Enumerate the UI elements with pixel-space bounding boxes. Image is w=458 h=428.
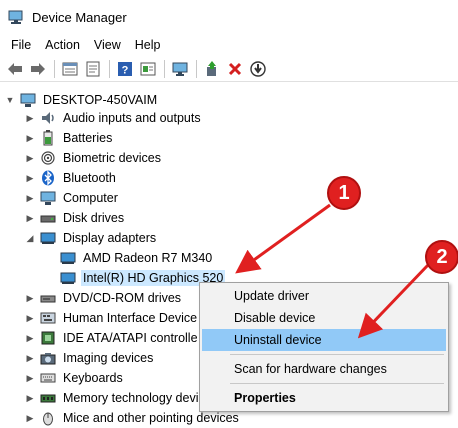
menu-help[interactable]: Help <box>128 35 168 55</box>
menu-uninstall-device[interactable]: Uninstall device <box>202 329 446 351</box>
toolbar-separator <box>109 59 110 78</box>
ide-icon <box>40 330 56 346</box>
menu-update-driver[interactable]: Update driver <box>202 285 446 307</box>
chevron-right-icon[interactable]: ▶ <box>24 208 36 228</box>
chevron-right-icon[interactable]: ▶ <box>24 148 36 168</box>
battery-icon <box>40 130 56 146</box>
menu-action[interactable]: Action <box>38 35 87 55</box>
menu-scan-hardware[interactable]: Scan for hardware changes <box>202 358 446 380</box>
disk-icon <box>40 210 56 226</box>
title-bar: Device Manager <box>0 0 458 34</box>
menu-properties[interactable]: Properties <box>202 387 446 409</box>
tree-item-label: Human Interface Device <box>63 311 198 325</box>
window-title: Device Manager <box>32 9 127 25</box>
menu-separator <box>230 383 444 384</box>
chevron-right-icon[interactable]: ▶ <box>24 328 36 348</box>
camera-icon <box>40 350 56 366</box>
bluetooth-icon <box>40 170 56 186</box>
tree-item-label: Bluetooth <box>63 171 116 185</box>
chevron-right-icon[interactable]: ▶ <box>24 308 36 328</box>
tree-item-label: Batteries <box>63 131 113 145</box>
chevron-right-icon[interactable]: ▶ <box>24 368 36 388</box>
tree-root[interactable]: ▼ DESKTOP-450VAIM <box>4 90 159 110</box>
tree-item-label: AMD Radeon R7 M340 <box>83 251 213 265</box>
tree-item-audio[interactable]: ▶ Audio inputs and outputs <box>24 108 203 128</box>
menu-file[interactable]: File <box>4 35 38 55</box>
toolbar: ? <box>0 56 458 82</box>
biometric-icon <box>40 150 56 166</box>
mouse-icon <box>40 410 56 426</box>
computer-icon <box>40 190 56 206</box>
menu-disable-device[interactable]: Disable device <box>202 307 446 329</box>
chevron-right-icon[interactable]: ▶ <box>24 168 36 188</box>
dvd-icon <box>40 290 56 306</box>
help-icon[interactable]: ? <box>114 58 135 79</box>
display-adapter-icon <box>40 230 56 246</box>
device-manager-icon <box>8 9 24 25</box>
tree-item-ide[interactable]: ▶ IDE ATA/ATAPI controlle <box>24 328 200 348</box>
toolbar-separator <box>54 59 55 78</box>
tree-item-label: Disk drives <box>63 211 125 225</box>
hid-icon <box>40 310 56 326</box>
properties-icon[interactable] <box>59 58 80 79</box>
chevron-down-icon[interactable]: ◢ <box>24 228 36 248</box>
forward-icon[interactable] <box>27 58 48 79</box>
tree-item-label: Keyboards <box>63 371 123 385</box>
svg-text:?: ? <box>121 64 128 76</box>
context-menu: Update driver Disable device Uninstall d… <box>199 282 449 412</box>
chevron-right-icon[interactable]: ▶ <box>24 348 36 368</box>
refresh-icon[interactable] <box>82 58 103 79</box>
download-icon[interactable] <box>247 58 268 79</box>
tree-item-memory[interactable]: ▶ Memory technology devi <box>24 388 200 408</box>
chevron-right-icon[interactable]: ▶ <box>24 408 36 428</box>
tree-item-disk-drives[interactable]: ▶ Disk drives <box>24 208 126 228</box>
add-driver-icon[interactable] <box>201 58 222 79</box>
computer-icon <box>20 92 36 108</box>
monitor-icon[interactable] <box>169 58 190 79</box>
tree-item-keyboards[interactable]: ▶ Keyboards <box>24 368 125 388</box>
chevron-right-icon[interactable]: ▶ <box>24 128 36 148</box>
tree-item-label: IDE ATA/ATAPI controlle <box>63 331 198 345</box>
tree-item-display-adapters[interactable]: ◢ Display adapters <box>24 228 158 248</box>
chevron-down-icon[interactable]: ▼ <box>4 90 16 110</box>
callout-2: 2 <box>425 240 458 274</box>
tree-item-computer[interactable]: ▶ Computer <box>24 188 120 208</box>
tree-item-amd-radeon[interactable]: AMD Radeon R7 M340 <box>44 248 214 268</box>
display-adapter-icon <box>60 270 76 286</box>
memory-icon <box>40 390 56 406</box>
display-adapter-icon <box>60 250 76 266</box>
tree-item-batteries[interactable]: ▶ Batteries <box>24 128 114 148</box>
toolbar-separator <box>164 59 165 78</box>
callout-1: 1 <box>327 176 361 210</box>
tree-item-biometric[interactable]: ▶ Biometric devices <box>24 148 163 168</box>
chevron-right-icon[interactable]: ▶ <box>24 288 36 308</box>
audio-icon <box>40 110 56 126</box>
tree-item-label: Imaging devices <box>63 351 154 365</box>
menu-separator <box>230 354 444 355</box>
tree-item-label: Audio inputs and outputs <box>63 111 201 125</box>
chevron-right-icon[interactable]: ▶ <box>24 188 36 208</box>
back-icon[interactable] <box>4 58 25 79</box>
uninstall-icon[interactable] <box>224 58 245 79</box>
tree-item-label: Display adapters <box>63 231 157 245</box>
tree-item-imaging[interactable]: ▶ Imaging devices <box>24 348 155 368</box>
tree-item-bluetooth[interactable]: ▶ Bluetooth <box>24 168 118 188</box>
tree-item-label: Memory technology devi <box>63 391 199 405</box>
chevron-right-icon[interactable]: ▶ <box>24 388 36 408</box>
chevron-right-icon[interactable]: ▶ <box>24 108 36 128</box>
keyboard-icon <box>40 370 56 386</box>
menu-view[interactable]: View <box>87 35 128 55</box>
menu-bar: File Action View Help <box>0 34 458 56</box>
toolbar-separator <box>196 59 197 78</box>
tree-item-label: Computer <box>63 191 118 205</box>
update-icon[interactable] <box>137 58 158 79</box>
tree-item-label: Biometric devices <box>63 151 161 165</box>
tree-item-label: Mice and other pointing devices <box>63 411 239 425</box>
tree-item-dvd[interactable]: ▶ DVD/CD-ROM drives <box>24 288 183 308</box>
tree-item-label: DVD/CD-ROM drives <box>63 291 182 305</box>
tree-item-hid[interactable]: ▶ Human Interface Device <box>24 308 199 328</box>
tree-root-label: DESKTOP-450VAIM <box>43 93 158 107</box>
